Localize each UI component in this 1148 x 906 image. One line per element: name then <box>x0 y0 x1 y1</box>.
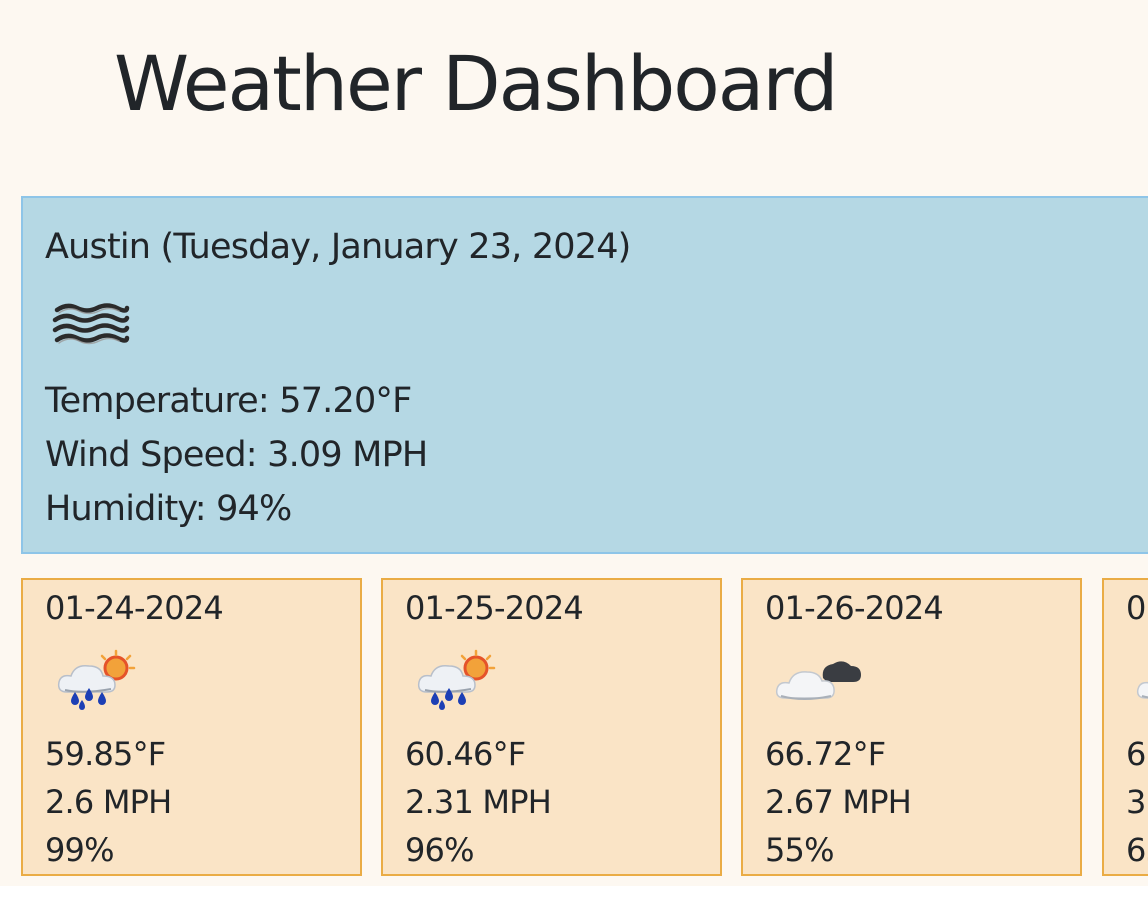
forecast-card: 01-27-2024 67 3. 65 <box>1102 578 1148 876</box>
current-weather-panel: Austin (Tuesday, January 23, 2024) Tempe… <box>21 196 1148 554</box>
rain-sun-icon <box>57 649 136 710</box>
forecast-humidity: 96% <box>405 831 475 869</box>
current-wind-speed: Wind Speed: 3.09 MPH <box>45 435 428 475</box>
forecast-temperature: 67 <box>1126 735 1148 773</box>
page-title: Weather Dashboard <box>114 39 838 128</box>
forecast-temperature: 66.72°F <box>765 735 886 773</box>
forecast-humidity: 55% <box>765 831 835 869</box>
forecast-humidity: 65 <box>1126 831 1148 869</box>
forecast-card: 01-26-2024 66.72°F 2.67 MPH 55% <box>741 578 1082 876</box>
forecast-date: 01-24-2024 <box>45 589 224 627</box>
forecast-wind: 2.31 MPH <box>405 783 552 821</box>
forecast-date: 01-25-2024 <box>405 589 584 627</box>
mist-icon <box>52 303 130 345</box>
forecast-date: 01-27-2024 <box>1126 589 1148 627</box>
cloudy-icon <box>1136 681 1148 699</box>
forecast-wind: 3. <box>1126 783 1148 821</box>
page: Weather Dashboard Austin (Tuesday, Janua… <box>0 0 1148 886</box>
forecast-date: 01-26-2024 <box>765 589 944 627</box>
rain-sun-icon <box>417 649 496 710</box>
current-temperature: Temperature: 57.20°F <box>45 381 412 421</box>
forecast-wind: 2.67 MPH <box>765 783 912 821</box>
current-city-date: Austin (Tuesday, January 23, 2024) <box>45 227 631 267</box>
forecast-card: 01-24-2024 59.85°F 2.6 MPH 99% <box>21 578 362 876</box>
forecast-wind: 2.6 MPH <box>45 783 172 821</box>
forecast-temperature: 59.85°F <box>45 735 166 773</box>
cloudy-icon <box>775 661 861 700</box>
forecast-temperature: 60.46°F <box>405 735 526 773</box>
forecast-card: 01-25-2024 60.46°F 2.31 MPH 96% <box>381 578 722 876</box>
forecast-humidity: 99% <box>45 831 115 869</box>
current-humidity: Humidity: 94% <box>45 489 292 529</box>
